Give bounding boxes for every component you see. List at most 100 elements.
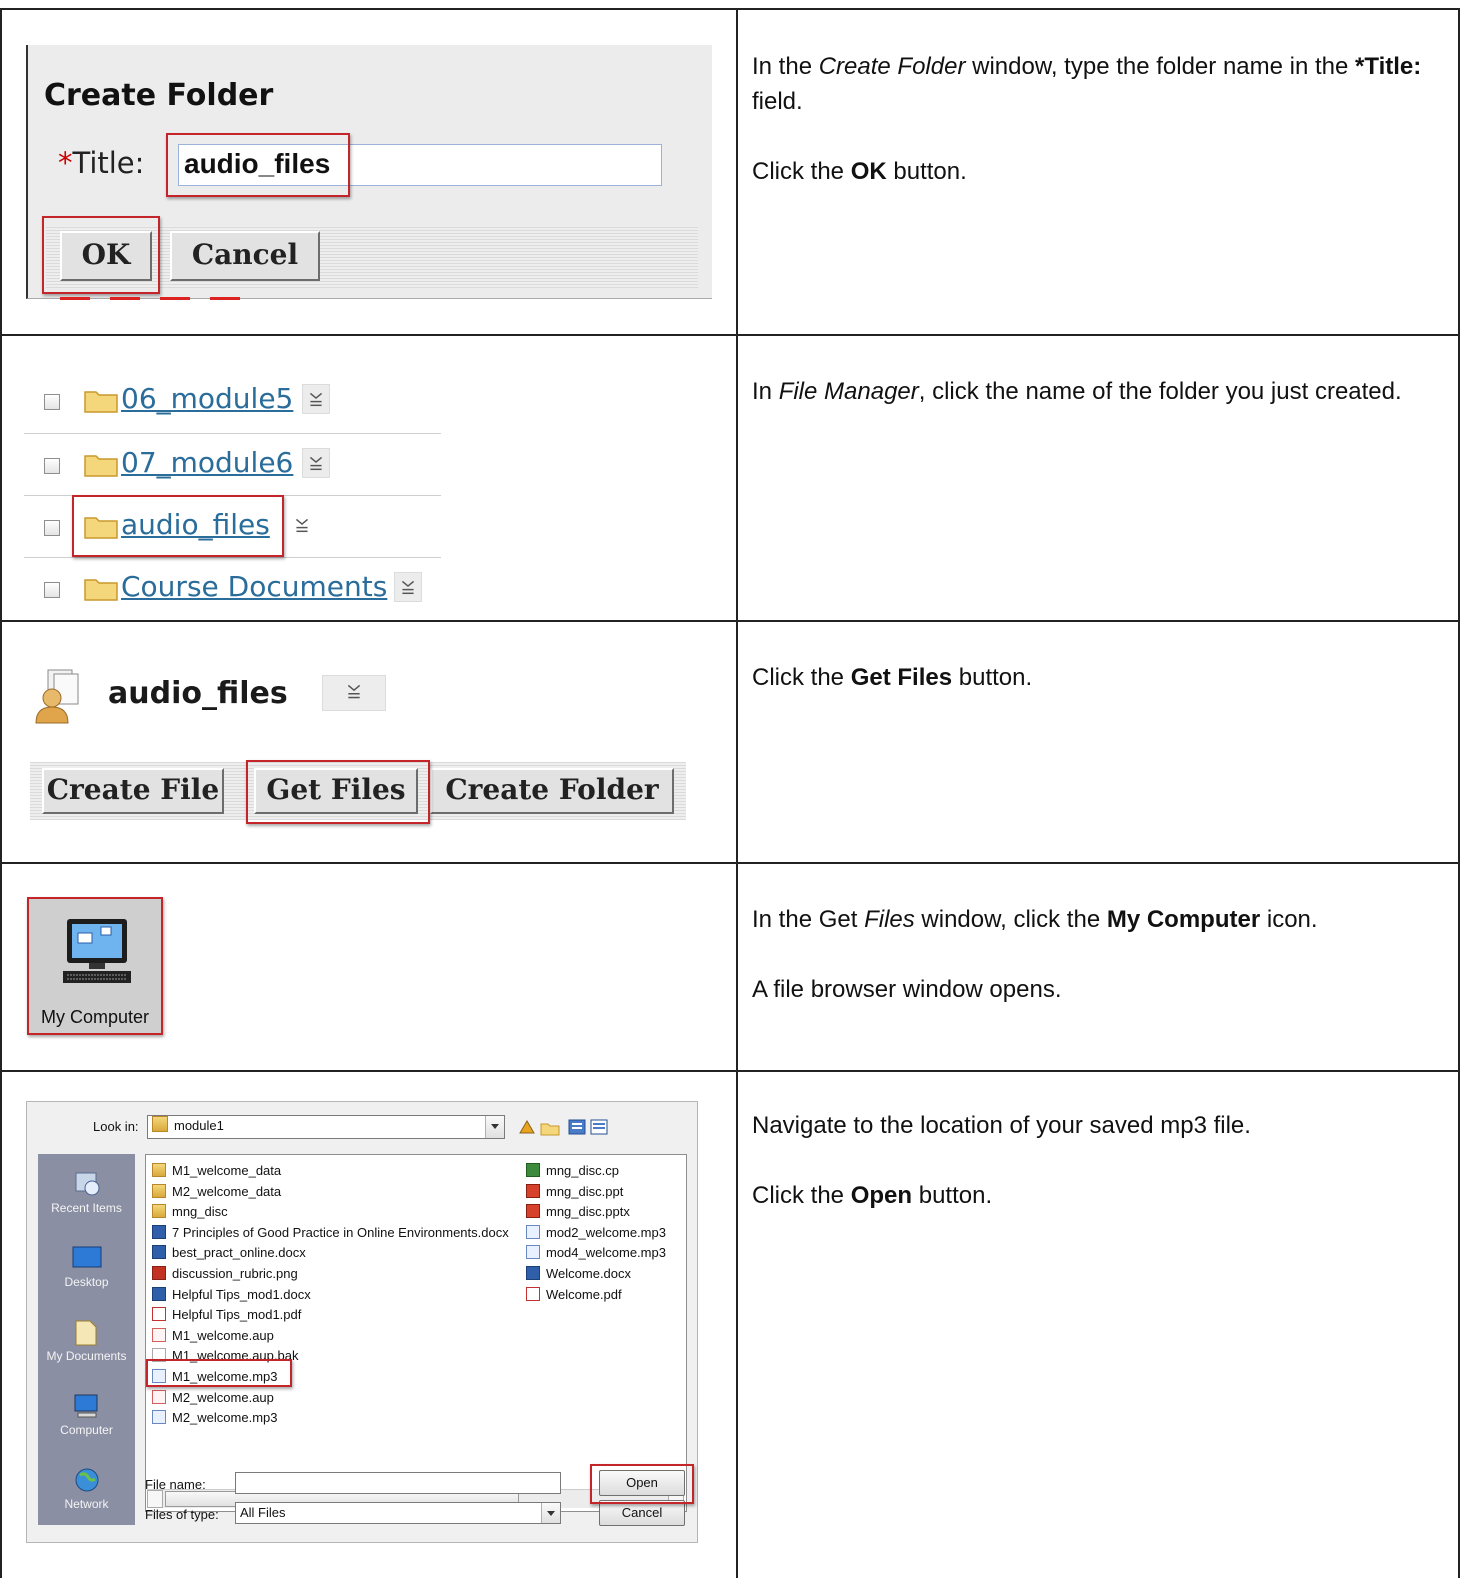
folder-checkbox[interactable]: [44, 394, 60, 410]
folder-icon: [84, 391, 118, 413]
recent-items-icon: [75, 1172, 99, 1196]
file-list-item[interactable]: mng_disc.ppt: [526, 1182, 623, 1202]
cp-file-icon: [526, 1163, 540, 1177]
file-list-item[interactable]: Helpful Tips_mod1.docx: [152, 1285, 311, 1305]
folder-row: 06_module5: [24, 370, 444, 432]
docx-file-icon: [526, 1266, 540, 1280]
look-in-dropdown[interactable]: module1: [147, 1115, 505, 1139]
step3-description: Click the Get Files button.: [752, 664, 1033, 691]
highlight-open-button: [590, 1464, 694, 1504]
aup-file-icon: [152, 1389, 166, 1404]
file-list-item[interactable]: M2_welcome.aup: [152, 1388, 274, 1408]
up-folder-icon: [519, 1120, 535, 1134]
step4-description: In the Get Files window, click the My Co…: [752, 906, 1318, 1003]
ppt-file-icon: [526, 1183, 540, 1198]
files-of-type-dropdown[interactable]: All Files: [235, 1502, 561, 1524]
file-list-item[interactable]: mng_disc.pptx: [526, 1202, 630, 1222]
list-view-icon: [568, 1119, 586, 1135]
file-list-item[interactable]: M2_welcome_data: [152, 1182, 281, 1202]
docx-file-icon: [152, 1224, 166, 1239]
file-name: mng_disc.cp: [546, 1163, 619, 1178]
docx-file-icon: [152, 1286, 166, 1301]
folder-row: Course Documents: [24, 558, 444, 620]
file-list-item[interactable]: mng_disc.cp: [526, 1161, 619, 1181]
folder-checkbox[interactable]: [44, 582, 60, 598]
new-folder-icon: [540, 1123, 560, 1136]
sidebar-item-my-documents[interactable]: My Documents: [38, 1318, 135, 1363]
folder-file-icon: [152, 1163, 166, 1177]
aup-file-icon: [152, 1327, 166, 1342]
highlight-get-files-button: [246, 760, 430, 824]
file-name: mod4_welcome.mp3: [546, 1245, 666, 1261]
file-list-item[interactable]: mod4_welcome.mp3: [526, 1243, 666, 1263]
pdf-file-icon: [152, 1307, 166, 1322]
file-name: mng_disc.pptx: [546, 1204, 630, 1220]
scroll-left-button[interactable]: [147, 1490, 163, 1508]
dropdown-arrow-icon[interactable]: [485, 1116, 504, 1138]
file-name: Welcome.pdf: [546, 1286, 622, 1302]
file-name: mng_disc.ppt: [546, 1183, 624, 1199]
file-list-item[interactable]: Welcome.pdf: [526, 1285, 622, 1305]
png-file-icon: [152, 1266, 166, 1280]
computer-icon: [74, 1394, 97, 1418]
folder-file-icon: [152, 1183, 166, 1198]
folder-checkbox[interactable]: [44, 520, 60, 536]
file-list-item[interactable]: Helpful Tips_mod1.pdf: [152, 1305, 301, 1325]
cancel-button[interactable]: Cancel: [170, 231, 320, 281]
docx-file-icon: [152, 1245, 166, 1260]
mp3-file-icon: [152, 1410, 166, 1425]
cropped-error-text: [60, 297, 260, 300]
context-menu-icon[interactable]: [302, 448, 330, 478]
file-name: mng_disc: [172, 1204, 228, 1220]
table-row-divider: [0, 1070, 1460, 1072]
sidebar-item-recent-items[interactable]: Recent Items: [38, 1170, 135, 1215]
folder-title: audio_files: [108, 676, 288, 711]
context-menu-icon[interactable]: [302, 384, 330, 414]
folder-icon: [152, 1116, 168, 1132]
file-list-item[interactable]: M2_welcome.mp3: [152, 1408, 278, 1428]
context-menu-icon[interactable]: [288, 510, 316, 540]
folder-link[interactable]: 06_module5: [121, 382, 293, 415]
table-row-divider: [0, 334, 1460, 336]
highlight-m1-welcome-mp3: [146, 1359, 292, 1387]
file-name: mod2_welcome.mp3: [546, 1224, 666, 1240]
file-list-item[interactable]: M1_welcome.aup: [152, 1326, 274, 1346]
file-list-item[interactable]: M1_welcome_data: [152, 1161, 281, 1181]
create-folder-button[interactable]: Create Folder: [430, 768, 674, 814]
dialog-title: Create Folder: [44, 78, 274, 113]
file-list-item[interactable]: mng_disc: [152, 1202, 228, 1222]
table-border-left: [0, 8, 2, 1578]
folder-menu-icon[interactable]: [322, 675, 386, 711]
file-name: Helpful Tips_mod1.docx: [172, 1286, 311, 1302]
folder-checkbox[interactable]: [44, 458, 60, 474]
details-view-icon: [590, 1119, 608, 1135]
folder-link[interactable]: Course Documents: [121, 570, 387, 603]
file-name: M1_welcome_data: [172, 1163, 282, 1178]
context-menu-icon[interactable]: [394, 572, 422, 602]
my-computer-button[interactable]: My Computer: [27, 897, 163, 1035]
file-name-input[interactable]: [235, 1472, 561, 1494]
sidebar-item-computer[interactable]: Computer: [38, 1392, 135, 1437]
file-list-item[interactable]: Welcome.docx: [526, 1264, 631, 1284]
file-list-item[interactable]: best_pract_online.docx: [152, 1243, 306, 1263]
highlight-audio-files-folder: [72, 495, 284, 557]
my-computer-label: My Computer: [40, 1007, 150, 1027]
create-file-button[interactable]: Create File: [42, 768, 224, 814]
file-name: 7 Principles of Good Practice in Online …: [172, 1224, 509, 1240]
dropdown-arrow-icon[interactable]: [541, 1503, 560, 1523]
file-list-item[interactable]: discussion_rubric.png: [152, 1264, 298, 1284]
files-of-type-label: Files of type:: [145, 1507, 219, 1522]
file-list-item[interactable]: 7 Principles of Good Practice in Online …: [152, 1223, 509, 1243]
mp3-file-icon: [526, 1224, 540, 1239]
step2-description: In File Manager, click the name of the f…: [752, 378, 1402, 405]
dialog-toolbar: [519, 1119, 608, 1136]
shared-folder-user-icon: [35, 669, 79, 724]
file-name: discussion_rubric.png: [172, 1266, 298, 1281]
file-name: best_pract_online.docx: [172, 1245, 306, 1261]
file-list-item[interactable]: mod2_welcome.mp3: [526, 1223, 666, 1243]
folder-link[interactable]: 07_module6: [121, 446, 293, 479]
file-name: M2_welcome.aup: [172, 1389, 274, 1405]
sidebar-item-desktop[interactable]: Desktop: [38, 1244, 135, 1289]
table-border-right: [1458, 8, 1460, 1578]
sidebar-item-network[interactable]: Network: [38, 1466, 135, 1511]
